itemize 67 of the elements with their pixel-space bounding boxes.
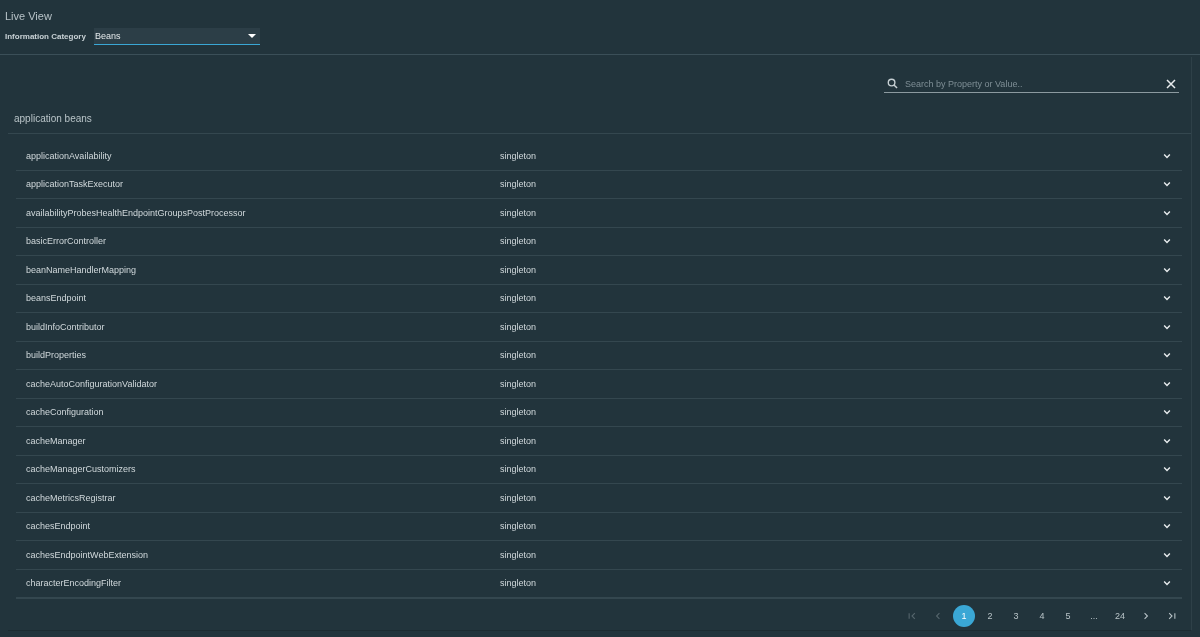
bean-scope: singleton (500, 435, 538, 446)
bean-scope: singleton (500, 264, 538, 275)
bean-scope: singleton (500, 179, 538, 190)
bean-row[interactable]: beansEndpoint singleton (16, 284, 1182, 313)
page-button[interactable]: 2 (979, 605, 1001, 627)
search-icon (887, 78, 898, 89)
search-field[interactable]: Search by Property or Value.. (884, 75, 1179, 93)
bean-name: applicationAvailability (26, 150, 113, 161)
bean-row[interactable]: basicErrorController singleton (16, 227, 1182, 256)
page-button[interactable]: 24 (1109, 605, 1131, 627)
bean-scope: singleton (500, 321, 538, 332)
bean-name: beanNameHandlerMapping (26, 264, 138, 275)
bean-row[interactable]: applicationAvailability singleton (16, 142, 1182, 171)
chevron-left-icon (933, 611, 943, 621)
page-button[interactable]: ... (1083, 605, 1105, 627)
bean-row[interactable]: cachesEndpointWebExtension singleton (16, 541, 1182, 570)
page-button[interactable]: 3 (1005, 605, 1027, 627)
bean-scope: singleton (500, 207, 538, 218)
bean-name: applicationTaskExecutor (26, 179, 125, 190)
bean-row[interactable]: cacheManagerCustomizers singleton (16, 455, 1182, 484)
skip-start-icon (907, 611, 917, 621)
bean-name: buildInfoContributor (26, 321, 106, 332)
bean-name: availabilityProbesHealthEndpointGroupsPostProcessor (26, 207, 247, 218)
bean-row[interactable]: characterEncodingFilter singleton (16, 569, 1182, 598)
close-icon[interactable] (1166, 78, 1176, 89)
bean-name: basicErrorController (26, 236, 108, 247)
bean-row[interactable]: beanNameHandlerMapping singleton (16, 256, 1182, 285)
category-label: Information Category (5, 32, 86, 41)
bean-scope: singleton (500, 236, 538, 247)
bean-row[interactable]: cacheConfiguration singleton (16, 398, 1182, 427)
bean-name: buildProperties (26, 350, 88, 361)
bean-scope: singleton (500, 464, 538, 475)
skip-end-icon (1167, 611, 1177, 621)
bean-scope: singleton (500, 350, 538, 361)
bean-row[interactable]: applicationTaskExecutor singleton (16, 170, 1182, 199)
section-title: application beans (8, 113, 1191, 134)
bean-name: beansEndpoint (26, 293, 88, 304)
search-input[interactable]: Search by Property or Value.. (903, 77, 1161, 90)
bean-name: cacheConfiguration (26, 407, 105, 418)
bean-scope: singleton (500, 407, 538, 418)
page-button[interactable]: 4 (1031, 605, 1053, 627)
bean-name: cachesEndpointWebExtension (26, 549, 149, 560)
bean-scope: singleton (500, 492, 538, 503)
bean-row[interactable]: cacheManager singleton (16, 427, 1182, 456)
bean-scope: singleton (500, 150, 538, 161)
bean-row[interactable]: cacheMetricsRegistrar singleton (16, 484, 1182, 513)
bean-name: cachesEndpoint (26, 521, 92, 532)
bean-scope: singleton (500, 378, 538, 389)
bean-row[interactable]: cachesEndpoint singleton (16, 512, 1182, 541)
page-button[interactable]: 5 (1057, 605, 1079, 627)
bean-scope: singleton (500, 293, 538, 304)
page-title: Live View (5, 10, 53, 22)
bean-row[interactable]: cacheAutoConfigurationValidator singleton (16, 370, 1182, 399)
bean-row[interactable]: availabilityProbesHealthEndpointGroupsPostProcessor singleton (16, 199, 1182, 228)
bean-name: cacheMetricsRegistrar (26, 492, 117, 503)
bean-scope: singleton (500, 578, 538, 589)
bean-scope: singleton (500, 521, 538, 532)
bean-scope: singleton (500, 549, 538, 560)
bean-row[interactable]: buildProperties singleton (16, 341, 1182, 370)
category-dropdown[interactable]: Beans (93, 28, 260, 45)
bean-name: cacheManager (26, 435, 87, 446)
chevron-right-icon (1141, 611, 1151, 621)
bean-name: cacheAutoConfigurationValidator (26, 378, 158, 389)
dropdown-caret-icon (247, 33, 256, 39)
bean-row[interactable]: buildInfoContributor singleton (16, 313, 1182, 342)
bean-name: cacheManagerCustomizers (26, 464, 137, 475)
bean-name: characterEncodingFilter (26, 578, 123, 589)
